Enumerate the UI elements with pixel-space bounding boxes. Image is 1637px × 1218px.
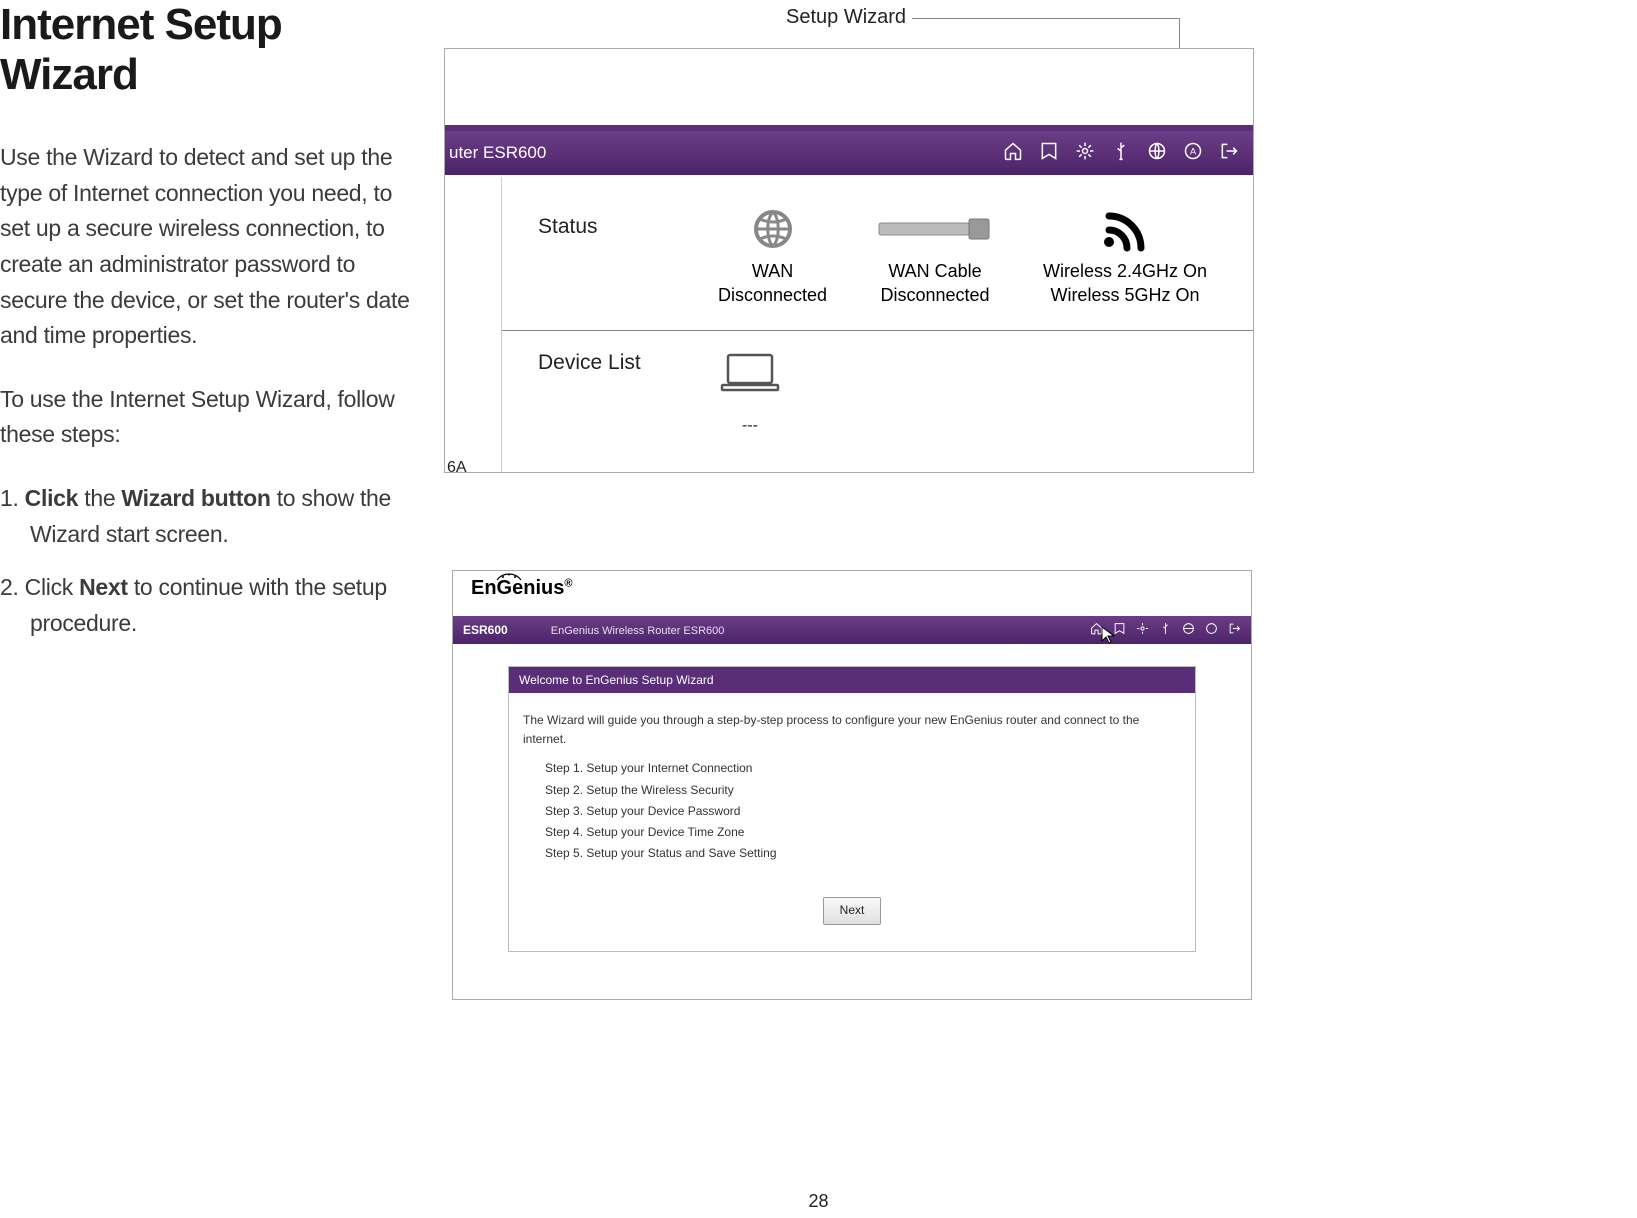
wan-cable-status: WAN Cable Disconnected [875, 205, 995, 308]
step-1: 1. Click the Wizard button to show the W… [0, 481, 410, 552]
step-1-text-c: Wizard start screen. [0, 517, 410, 553]
model-number: ESR600 [463, 623, 508, 637]
model-description: EnGenius Wireless Router ESR600 [551, 625, 725, 637]
step-1-bold-click: Click [25, 485, 78, 511]
cable-icon [875, 205, 995, 253]
step-2: 2. Click Next to continue with the setup… [0, 570, 410, 641]
wizard-step-3: Step 3. Setup your Device Password [545, 802, 1181, 821]
status-label: Status [538, 215, 658, 239]
wan-line1: WAN [718, 259, 827, 283]
step-2-number: 2. [0, 574, 25, 600]
page-number: 28 [0, 1191, 1637, 1212]
step-2-text-b: to continue with the setup [128, 574, 387, 600]
instruction-lead: To use the Internet Setup Wizard, follow… [0, 382, 410, 453]
cable-line2: Disconnected [875, 283, 995, 307]
network-icon[interactable] [1136, 622, 1149, 638]
language-icon[interactable] [1182, 622, 1195, 638]
device-item: --- [718, 351, 782, 435]
device-list-label: Device List [538, 351, 658, 375]
step-2-text-a: Click [25, 574, 79, 600]
wifi-line1: Wireless 2.4GHz On [1043, 259, 1207, 283]
page-title: Internet Setup Wizard [0, 0, 410, 100]
router-header-bar-small: ESR600 EnGenius Wireless Router ESR600 [453, 616, 1251, 644]
usb-icon[interactable] [1111, 141, 1131, 166]
step-1-text-a: the [78, 485, 121, 511]
cable-line1: WAN Cable [875, 259, 995, 283]
step-1-bold-wizard: Wizard button [121, 485, 270, 511]
callout-setup-wizard-label: Setup Wizard [780, 6, 912, 29]
status-section: Status WAN Disconnected WAN Cable [502, 177, 1253, 331]
screenshot-setup-wizard: EnGenius® ESR600 EnGenius Wireless Route… [452, 570, 1252, 1000]
globe-icon [718, 205, 827, 253]
wizard-step-1: Step 1. Setup your Internet Connection [545, 759, 1181, 778]
home-icon[interactable] [1003, 141, 1023, 166]
brand-reg: ® [564, 577, 572, 589]
device-list-section: Device List --- [502, 331, 1253, 445]
wan-status: WAN Disconnected [718, 205, 827, 308]
step-2-bold-next: Next [79, 574, 128, 600]
language-icon[interactable] [1147, 141, 1167, 166]
next-button[interactable]: Next [823, 897, 882, 924]
usb-icon[interactable] [1159, 622, 1172, 638]
logout-icon[interactable] [1219, 141, 1239, 166]
refresh-icon[interactable]: A [1183, 141, 1203, 166]
device-placeholder: --- [718, 417, 782, 435]
refresh-icon[interactable] [1205, 622, 1218, 638]
wifi-line2: Wireless 5GHz On [1043, 283, 1207, 307]
wifi-icon [1043, 205, 1207, 253]
svg-text:A: A [1190, 146, 1197, 156]
fragment-6a: 6A [447, 459, 467, 473]
router-breadcrumb: uter ESR600 [449, 143, 546, 163]
network-icon[interactable] [1075, 141, 1095, 166]
wizard-step-5: Step 5. Setup your Status and Save Setti… [545, 844, 1181, 863]
intro-paragraph: Use the Wizard to detect and set up the … [0, 140, 410, 354]
mouse-cursor-icon [1101, 626, 1115, 647]
wizard-panel: Welcome to EnGenius Setup Wizard The Wiz… [508, 666, 1196, 952]
wizard-icon[interactable] [1039, 141, 1059, 166]
screenshot-router-status: uter ESR600 A Status WAN [444, 48, 1254, 473]
router-header-bar: uter ESR600 A [445, 131, 1253, 175]
brand-logo: EnGenius® [471, 577, 572, 600]
laptop-icon [718, 351, 782, 395]
wizard-panel-title: Welcome to EnGenius Setup Wizard [509, 667, 1195, 693]
wireless-status: Wireless 2.4GHz On Wireless 5GHz On [1043, 205, 1207, 308]
step-1-text-b: to show the [271, 485, 391, 511]
step-1-number: 1. [0, 485, 25, 511]
step-2-text-c: procedure. [0, 606, 410, 642]
logout-icon[interactable] [1228, 622, 1241, 638]
wizard-step-4: Step 4. Setup your Device Time Zone [545, 823, 1181, 842]
wizard-step-2: Step 2. Setup the Wireless Security [545, 781, 1181, 800]
wizard-intro-text: The Wizard will guide you through a step… [523, 711, 1181, 749]
wan-line2: Disconnected [718, 283, 827, 307]
